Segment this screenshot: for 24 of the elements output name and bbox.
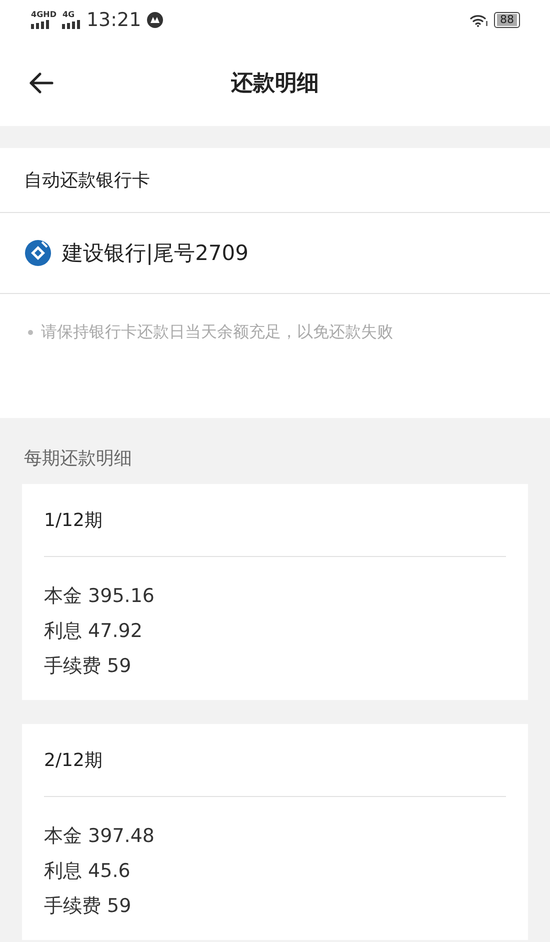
- clock-time: 13:21: [86, 9, 142, 31]
- battery-level: 88: [497, 14, 517, 26]
- network-type: 4GHD: [31, 11, 56, 19]
- amount-line: 手续费 59: [44, 654, 132, 679]
- signal-icon: [62, 20, 80, 29]
- bank-card-text[interactable]: 建设银行|尾号2709: [62, 239, 249, 267]
- note-text: 请保持银行卡还款日当天余额充足，以免还款失败: [41, 322, 393, 343]
- network-type: 4G: [62, 11, 75, 19]
- page-title: 还款明细: [231, 70, 319, 98]
- signal-icon: [31, 20, 49, 29]
- amount-line: 手续费 59: [44, 894, 132, 919]
- amount-line: 利息 45.6: [44, 859, 132, 884]
- bank-logo-icon: [24, 239, 52, 267]
- amount-line: 利息 47.92: [44, 619, 144, 644]
- section-heading: 每期还款明细: [23, 447, 133, 471]
- bullet-icon: [28, 330, 33, 335]
- amount-line: 本金 395.16: [44, 584, 156, 609]
- period-title: 2/12期: [44, 749, 102, 772]
- app-notification-icon: [147, 12, 164, 28]
- back-button[interactable]: [28, 72, 54, 94]
- section-label: 自动还款银行卡: [24, 169, 150, 192]
- wifi-icon: [470, 14, 488, 26]
- period-title: 1/12期: [44, 509, 102, 532]
- amount-line: 本金 397.48: [44, 824, 156, 849]
